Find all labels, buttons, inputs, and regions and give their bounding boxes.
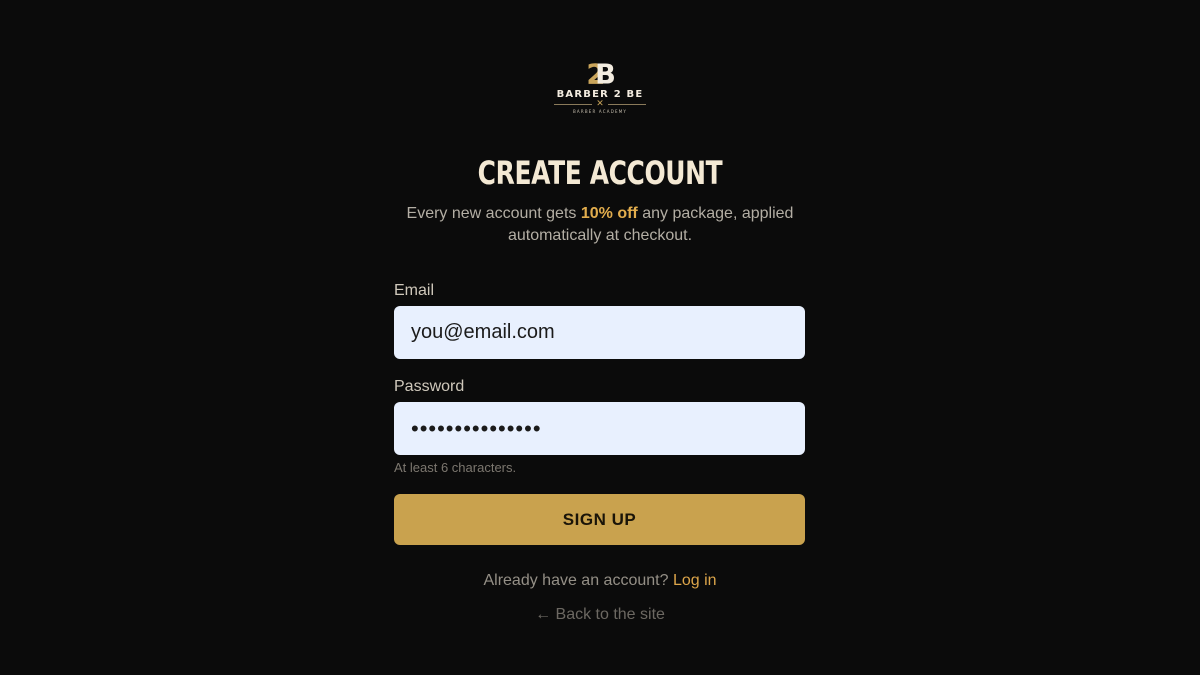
logo-divider: ✕ [554, 98, 646, 109]
discount-highlight: 10% off [580, 205, 638, 222]
brand-tagline: BARBER ACADEMY [572, 109, 628, 114]
page-subtitle: Every new account gets 10% off any packa… [380, 203, 820, 247]
password-input-value: ••••••••••••••• [411, 415, 542, 441]
log-in-link[interactable]: Log in [673, 572, 717, 589]
subtitle-text-before: Every new account gets [406, 205, 577, 222]
password-hint: At least 6 characters. [394, 460, 517, 475]
page-title: CREATE ACCOUNT [477, 154, 723, 192]
sign-up-button[interactable]: SIGN UP [394, 494, 805, 545]
login-prompt-text: Already have an account? [483, 572, 669, 589]
email-input[interactable]: you@email.com [394, 306, 805, 359]
scissors-icon: ✕ [596, 98, 604, 109]
login-prompt: Already have an account? Log in [0, 572, 1200, 590]
email-label: Email [394, 282, 435, 299]
password-label: Password [394, 378, 465, 395]
password-input[interactable]: ••••••••••••••• [394, 402, 805, 455]
back-to-site-link[interactable]: ← Back to the site [0, 606, 1200, 624]
signup-page: 2 B BARBER 2 BE ✕ BARBER ACADEMY CREATE … [0, 0, 1200, 675]
logo-mark-icon: 2 B [586, 59, 615, 87]
email-input-value: you@email.com [411, 321, 555, 343]
brand-logo[interactable]: 2 B BARBER 2 BE ✕ BARBER ACADEMY [548, 58, 652, 114]
svg-text:B: B [595, 59, 615, 87]
